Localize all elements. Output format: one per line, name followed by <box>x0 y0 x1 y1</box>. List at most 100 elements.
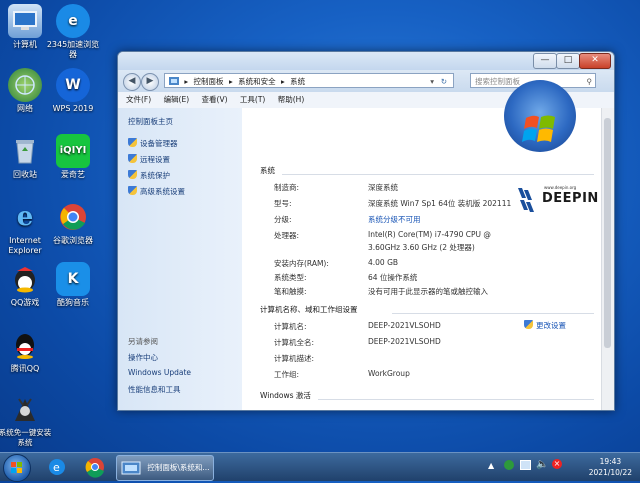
deepin-oem-logo: www.deepin.org DEEPIN <box>516 184 599 214</box>
taskbar: e 控制面板\系统和... ▲ 🔈 × 19:43 2021/10/22 <box>0 452 640 482</box>
start-button[interactable] <box>3 454 31 482</box>
menu-tools[interactable]: 工具(T) <box>240 95 265 104</box>
dropdown-arrow-icon[interactable]: ▾ <box>430 74 434 89</box>
desktop-icon-kugou[interactable]: K 酷狗音乐 <box>44 262 102 308</box>
forward-button[interactable]: ▶ <box>141 73 159 91</box>
processor-value-line2: 3.60GHz 3.60 GHz (2 处理器) <box>368 243 475 252</box>
remote-settings-label: 远程设置 <box>140 155 170 164</box>
taskbar-control-panel-task[interactable]: 控制面板\系统和... <box>116 455 214 481</box>
minimize-button[interactable]: — <box>533 53 557 69</box>
close-button[interactable]: ✕ <box>579 53 611 69</box>
breadcrumb-system[interactable]: 系统 <box>290 77 305 86</box>
volume-icon[interactable]: 🔈 <box>536 459 548 470</box>
change-settings-link[interactable]: 更改设置 <box>524 320 566 331</box>
manufacturer-value: 深度系统 <box>368 183 398 192</box>
left-navigation-pane: 控制面板主页 设备管理器 远程设置 系统保护 高级系统设置 另请参阅 操作中心 … <box>118 108 242 410</box>
system-type-value: 64 位操作系统 <box>368 273 418 282</box>
model-value: 深度系统 Win7 Sp1 64位 装机版 202111 <box>368 199 512 208</box>
menu-help[interactable]: 帮助(H) <box>278 95 305 104</box>
system-type-label: 系统类型: <box>274 273 307 282</box>
refresh-icon[interactable]: ↻ <box>441 74 447 89</box>
tray-expand-icon[interactable]: ▲ <box>488 461 494 470</box>
rating-value-link[interactable]: 系统分级不可用 <box>368 214 421 225</box>
desktop-icon-installer[interactable]: 系统免一键安装系统 <box>0 392 54 448</box>
processor-value: Intel(R) Core(TM) i7-4790 CPU @ <box>368 230 491 239</box>
ram-value: 4.00 GB <box>368 258 399 267</box>
address-separator: ▸ <box>184 77 189 86</box>
ie-icon: e <box>16 202 34 232</box>
desktop-icon-wps[interactable]: W WPS 2019 <box>44 68 102 114</box>
remote-settings-link[interactable]: 远程设置 <box>128 154 170 165</box>
system-protection-link[interactable]: 系统保护 <box>128 170 170 181</box>
control-panel-home-link[interactable]: 控制面板主页 <box>128 116 173 127</box>
taskbar-task-label: 控制面板\系统和... <box>147 463 210 472</box>
title-bar[interactable]: — □ ✕ <box>118 52 614 70</box>
computer-name-value: DEEP-2021VLSOHD <box>368 321 441 330</box>
search-icon[interactable]: ⚲ <box>587 74 593 89</box>
breadcrumb-control-panel[interactable]: 控制面板 <box>194 77 224 86</box>
advanced-settings-link[interactable]: 高级系统设置 <box>128 186 185 197</box>
desktop-icon-iqiyi[interactable]: iQIYI 爱奇艺 <box>44 134 102 180</box>
performance-info-link[interactable]: 性能信息和工具 <box>128 384 181 395</box>
desktop-icon-label: 爱奇艺 <box>61 170 85 179</box>
forward-arrow-icon: ▶ <box>146 76 154 86</box>
wps-icon: W <box>56 68 90 102</box>
control-panel-system-window: — □ ✕ ◀ ▶ ▸ 控制面板 ▸ 系统和安全 ▸ 系统 ▾ ↻ 搜索控制面板… <box>117 51 615 411</box>
address-separator: ▸ <box>280 77 285 86</box>
breadcrumb-system-security[interactable]: 系统和安全 <box>238 77 276 86</box>
iqiyi-icon: iQIYI <box>56 134 90 168</box>
advanced-settings-label: 高级系统设置 <box>140 187 185 196</box>
menu-edit[interactable]: 编辑(E) <box>164 95 190 104</box>
chrome-icon <box>56 200 90 234</box>
browser-2345-icon: e <box>56 4 90 38</box>
computer-description-label: 计算机描述: <box>274 354 315 363</box>
back-button[interactable]: ◀ <box>123 73 141 91</box>
system-protection-label: 系统保护 <box>140 171 170 180</box>
network-tray-icon[interactable] <box>520 460 531 470</box>
action-center-link[interactable]: 操作中心 <box>128 352 158 363</box>
shield-icon <box>128 170 137 179</box>
desktop-icon-label: 系统免一键安装系统 <box>0 428 52 447</box>
clock-time: 19:43 <box>599 457 622 466</box>
desktop-icon-label: WPS 2019 <box>52 104 94 113</box>
menu-file[interactable]: 文件(F) <box>126 95 151 104</box>
back-arrow-icon: ◀ <box>128 76 136 86</box>
address-bar[interactable]: ▸ 控制面板 ▸ 系统和安全 ▸ 系统 ▾ ↻ <box>164 73 454 88</box>
deepin-logo-text: DEEPIN <box>542 191 599 206</box>
tray-security-icon[interactable] <box>504 460 514 470</box>
desktop-icon-chrome[interactable]: 谷歌浏览器 <box>44 200 102 246</box>
windows-logo-icon <box>504 80 576 152</box>
rating-label: 分级: <box>274 215 292 224</box>
device-manager-label: 设备管理器 <box>140 139 178 148</box>
network-icon <box>8 68 42 102</box>
taskbar-ie-button[interactable]: e <box>42 456 72 478</box>
computer-icon <box>8 4 42 38</box>
full-computer-name-value: DEEP-2021VLSOHD <box>368 337 441 346</box>
vertical-scrollbar[interactable] <box>601 108 614 410</box>
shield-icon <box>128 154 137 163</box>
see-also-title: 另请参阅 <box>128 337 158 346</box>
kugou-icon: K <box>56 262 90 296</box>
shield-icon <box>524 320 533 329</box>
maximize-button[interactable]: □ <box>556 53 580 69</box>
scrollbar-thumb[interactable] <box>604 118 611 348</box>
menu-view[interactable]: 查看(V) <box>202 95 228 104</box>
taskbar-chrome-button[interactable] <box>80 456 110 478</box>
notification-icon[interactable]: × <box>552 459 562 469</box>
clock-date: 2021/10/22 <box>588 468 632 477</box>
qq-icon <box>8 328 42 362</box>
section-divider <box>318 399 594 400</box>
model-label: 型号: <box>274 199 292 208</box>
control-panel-icon <box>121 461 141 475</box>
device-manager-link[interactable]: 设备管理器 <box>128 138 178 149</box>
desktop-icon-2345[interactable]: e 2345加速浏览器 <box>44 4 102 60</box>
svg-text:e: e <box>53 461 60 474</box>
full-computer-name-label: 计算机全名: <box>274 338 315 347</box>
windows-update-link[interactable]: Windows Update <box>128 368 191 377</box>
deepin-logo-icon <box>518 188 534 212</box>
desktop-icon-qq[interactable]: 腾讯QQ <box>0 328 54 374</box>
system-clock[interactable]: 19:43 2021/10/22 <box>589 453 632 478</box>
address-separator: ▸ <box>228 77 233 86</box>
desktop-icon-label: 腾讯QQ <box>10 364 40 373</box>
section-divider <box>392 313 594 314</box>
